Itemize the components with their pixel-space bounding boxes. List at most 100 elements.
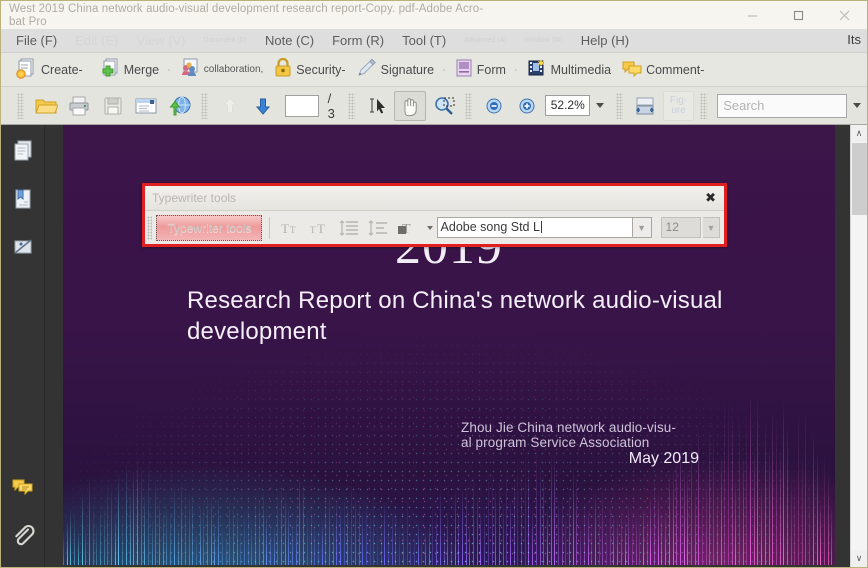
menu-tool[interactable]: Tool (T) [393, 29, 455, 53]
sidebar-item-page-thumbnails[interactable] [8, 137, 38, 167]
typewriter-panel-row: Typewriter tools T T T T T Adobe song St… [145, 211, 724, 244]
zoom-out-icon[interactable] [478, 91, 509, 121]
zoom-dropdown-chevron-down-icon[interactable] [596, 103, 605, 108]
increase-text-size-icon[interactable]: T T [306, 215, 333, 241]
search-input[interactable]: Search [717, 93, 848, 118]
previous-page-icon[interactable] [214, 91, 245, 121]
select-text-icon[interactable] [361, 91, 392, 121]
create-button[interactable]: Create- [11, 56, 88, 84]
upload-web-icon[interactable] [164, 91, 195, 121]
multimedia-button[interactable]: Multimedia [521, 56, 616, 84]
font-family-input[interactable]: Adobe song Std L [436, 217, 633, 238]
minimize-icon[interactable] [729, 1, 775, 29]
decrease-text-size-icon[interactable]: T T [277, 215, 304, 241]
typewriter-panel-title: Typewriter tools [152, 191, 237, 205]
font-family-dropdown-chevron-down-icon[interactable]: ▼ [632, 217, 652, 238]
marquee-zoom-icon[interactable] [428, 91, 459, 121]
signature-button[interactable]: Signature [351, 56, 440, 84]
merge-label: Merge [123, 62, 160, 77]
paperclip-icon [11, 523, 35, 550]
toolbar-grip[interactable] [700, 92, 708, 119]
menubar-corner-text: Its [847, 32, 861, 47]
menu-advanced[interactable]: Advanced (A) [455, 29, 515, 53]
close-icon[interactable] [821, 1, 867, 29]
menu-help[interactable]: Help (H) [572, 29, 638, 53]
maximize-icon[interactable] [775, 1, 821, 29]
font-size-dropdown-chevron-down-icon[interactable]: ▼ [702, 217, 721, 238]
menu-note[interactable]: Note (C) [256, 29, 323, 53]
text-color-icon[interactable]: T [394, 215, 421, 241]
menu-bar: File (F) Edit (E) View (V) Document (D) … [1, 29, 867, 53]
create-document-icon [16, 57, 38, 82]
pages-icon [12, 139, 34, 166]
comment-button[interactable]: Comment- [616, 56, 709, 84]
sidebar-item-bookmarks[interactable] [8, 185, 38, 215]
toolbar-grip[interactable] [347, 92, 355, 119]
typewriter-panel-titlebar[interactable]: Typewriter tools ✖ [145, 186, 724, 211]
sidebar-item-attachments[interactable] [8, 521, 38, 551]
main-toolbar: Create- Merge · collaboration, Security-… [1, 53, 867, 87]
line-spacing-icon[interactable] [335, 215, 362, 241]
form-icon [454, 57, 474, 82]
menu-document[interactable]: Document (D) [194, 29, 256, 53]
menu-view[interactable]: View (V) [128, 29, 195, 53]
save-floppy-icon[interactable] [97, 91, 128, 121]
figure-button[interactable]: Fig- ure [662, 90, 695, 121]
zoom-in-icon[interactable] [512, 91, 543, 121]
toolbar-separator: · [513, 63, 518, 76]
zoom-level-input[interactable]: 52.2% [545, 95, 591, 116]
svg-text:T: T [281, 221, 289, 236]
multimedia-film-icon [526, 57, 548, 82]
typewriter-tools-panel[interactable]: Typewriter tools ✖ Typewriter tools T T … [142, 183, 727, 247]
signature-pen-icon [12, 235, 34, 262]
merge-button[interactable]: Merge [94, 56, 164, 84]
security-label: Security- [296, 62, 346, 77]
document-date: May 2019 [628, 450, 699, 467]
typewriter-panel-grip[interactable] [147, 215, 153, 240]
font-chevron-down-icon[interactable] [426, 225, 433, 230]
multimedia-label: Multimedia [550, 62, 612, 77]
scroll-up-arrow-icon[interactable]: ∧ [850, 125, 867, 142]
print-icon[interactable] [63, 91, 94, 121]
form-button[interactable]: Form [449, 56, 511, 84]
search-dropdown-chevron-down-icon[interactable] [853, 103, 862, 108]
collaboration-button[interactable]: collaboration, [174, 56, 268, 84]
font-size-input[interactable]: 12 [660, 217, 701, 238]
comments-icon [11, 476, 35, 501]
document-title: Research Report on China's network audio… [187, 287, 723, 345]
email-icon[interactable] [130, 91, 161, 121]
acrobat-window: West 2019 China network audio-visual dev… [0, 0, 868, 568]
comment-label: Comment- [646, 62, 705, 77]
scroll-down-arrow-icon[interactable]: ∨ [850, 550, 867, 567]
merge-documents-icon [99, 57, 121, 82]
lock-security-icon [273, 57, 293, 82]
panel-divider [269, 216, 271, 239]
menu-window[interactable]: Window (W) [516, 29, 572, 53]
menu-form[interactable]: Form (R) [323, 29, 393, 53]
search-placeholder: Search [723, 98, 765, 113]
scrollbar-thumb[interactable] [852, 143, 867, 215]
hand-tool-icon[interactable] [394, 90, 426, 121]
text-caret [540, 221, 542, 233]
page-total-label: / 3 [327, 90, 335, 121]
fit-width-icon[interactable] [629, 91, 660, 121]
typewriter-tool-button[interactable]: Typewriter tools [156, 214, 263, 241]
toolbar-grip[interactable] [465, 92, 473, 119]
toolbar-grip[interactable] [201, 92, 209, 119]
open-folder-icon[interactable] [30, 91, 61, 121]
sidebar-item-comments[interactable] [8, 473, 38, 503]
font-family-control[interactable]: Adobe song Std L ▼ [425, 217, 652, 238]
page-number-input[interactable] [285, 94, 319, 117]
toolbar-grip[interactable] [17, 92, 24, 119]
navigation-pane-rail [1, 125, 45, 567]
typewriter-close-icon[interactable]: ✖ [703, 191, 718, 204]
menu-edit[interactable]: Edit (E) [66, 29, 127, 53]
menu-file[interactable]: File (F) [7, 29, 66, 53]
next-page-icon[interactable] [248, 91, 279, 121]
character-spacing-icon[interactable] [364, 215, 391, 241]
comment-bubble-icon [621, 57, 643, 82]
vertical-scrollbar[interactable]: ∧ ∨ [850, 125, 867, 567]
sidebar-item-signatures[interactable] [8, 233, 38, 263]
security-button[interactable]: Security- [268, 56, 350, 84]
toolbar-grip[interactable] [616, 92, 624, 119]
